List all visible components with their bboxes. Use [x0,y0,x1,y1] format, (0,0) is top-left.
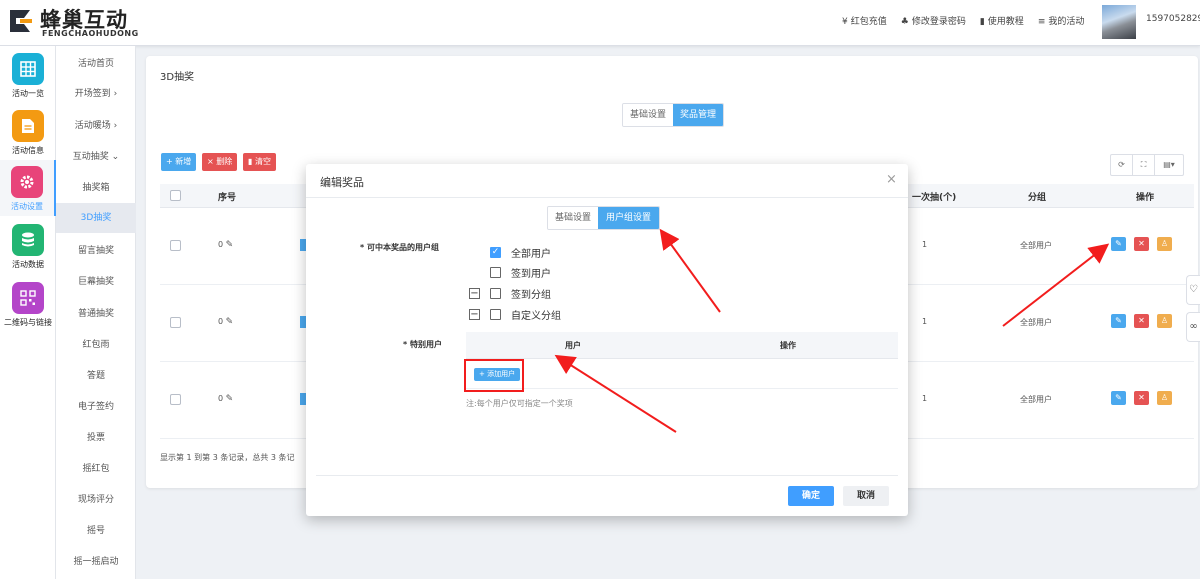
user-group-label: * 可中本奖品的用户组 [360,243,439,252]
special-user-note: 注:每个用户仅可指定一个奖项 [466,399,573,408]
checkbox-checked[interactable]: ✓ [490,247,501,258]
special-user-table: 用户 操作 [466,332,898,389]
checkbox[interactable] [490,309,501,320]
dialog-tabs: 基础设置 用户组设置 [547,206,661,230]
special-user-label: * 特别用户 [403,340,442,349]
tab-user-group-settings[interactable]: 用户组设置 [598,207,660,229]
group-option-signin[interactable]: 签到用户 [490,265,551,280]
collapse-icon[interactable]: − [469,288,480,299]
collapse-icon[interactable]: − [469,309,480,320]
special-user-table-header: 用户 操作 [466,332,898,359]
confirm-button[interactable]: 确定 [788,486,835,506]
col-ops: 操作 [780,341,796,350]
dialog-header: 编辑奖品 × [306,164,908,198]
group-option-all[interactable]: ✓ 全部用户 [490,245,551,260]
cancel-button[interactable]: 取消 [843,486,890,506]
dialog-footer-divider [316,475,898,476]
group-option-custom-group[interactable]: − 自定义分组 [469,307,561,322]
col-user: 用户 [565,341,581,350]
dialog-title: 编辑奖品 [320,176,364,189]
close-icon[interactable]: × [886,172,897,187]
add-user-button[interactable]: + 添加用户 [474,368,521,381]
group-option-signin-group[interactable]: − 签到分组 [469,286,551,301]
checkbox[interactable] [490,267,501,278]
edit-prize-dialog: 编辑奖品 × 基础设置 用户组设置 * 可中本奖品的用户组 ✓ 全部用户 签到用… [306,164,908,516]
checkbox[interactable] [490,288,501,299]
tab-basic-settings[interactable]: 基础设置 [548,207,599,229]
